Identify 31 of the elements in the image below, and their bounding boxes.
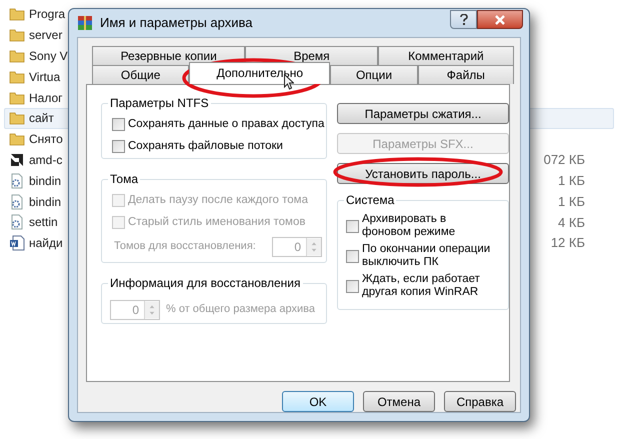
file-name: bindin <box>29 172 62 190</box>
file-name: amd-c <box>29 152 62 169</box>
file-name: сайт <box>29 110 54 128</box>
file-size: 072 КБ <box>544 151 585 170</box>
checkbox-label: Старый стиль именования томов <box>128 215 306 230</box>
group-title: Система <box>344 193 396 207</box>
window-title: Имя и параметры архива <box>100 14 252 32</box>
file-name: Sony V <box>29 48 68 65</box>
file-name: Virtua <box>29 68 60 86</box>
checkbox-label: Ждать, если работает другая копия WinRAR <box>362 273 481 299</box>
file-size: 1 КБ <box>558 172 585 190</box>
file-name: server <box>29 27 62 44</box>
checkbox-label: Сохранять файловые потоки <box>128 139 283 154</box>
file-name: найди <box>29 235 63 252</box>
file-size: 4 КБ <box>558 214 585 232</box>
checkbox-label: Сохранять данные о правах доступа <box>128 117 324 132</box>
checkbox-label: По окончании операции выключить ПК <box>362 243 492 269</box>
recovery-percent-label: % от общего размера архива <box>166 302 315 318</box>
checkbox-label: Делать паузу после каждого тома <box>128 193 308 208</box>
group-title: Параметры NTFS <box>108 96 211 110</box>
file-name: settin <box>29 214 58 232</box>
group-title: Информация для восстановления <box>108 276 302 290</box>
group-title: Тома <box>108 172 140 186</box>
file-name: bindin <box>29 194 62 211</box>
file-name: Progra <box>29 6 66 24</box>
file-name: Снято <box>29 131 63 148</box>
checkbox-label: Архивировать в фоновом режиме <box>362 213 456 239</box>
file-name: Налог <box>29 90 63 107</box>
file-size: 12 КБ <box>550 234 585 252</box>
recovery-volumes-label: Томов для восстановления: <box>114 239 256 254</box>
file-size: 1 КБ <box>558 192 585 211</box>
